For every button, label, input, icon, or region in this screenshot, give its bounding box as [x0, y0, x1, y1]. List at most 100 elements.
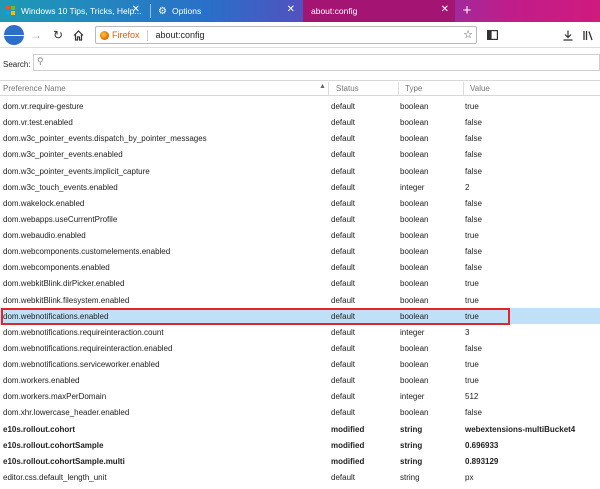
preference-type: boolean	[400, 214, 429, 224]
preference-value: true	[465, 279, 479, 289]
firefox-logo-icon	[100, 30, 109, 40]
preference-value: true	[465, 311, 479, 321]
back-arrow-icon[interactable]: 🡐	[0, 25, 29, 45]
plus-icon[interactable]: +	[456, 0, 478, 22]
tab-separator	[150, 4, 151, 18]
tab-title: Options	[171, 6, 202, 16]
preference-name: dom.vr.require-gesture	[3, 102, 84, 111]
preference-status: modified	[331, 456, 365, 466]
preference-type: string	[400, 456, 423, 466]
preference-value: 2	[465, 182, 470, 192]
table-row[interactable]: dom.w3c_pointer_events.dispatch_by_point…	[0, 130, 600, 146]
preference-value: false	[465, 134, 482, 144]
download-icon[interactable]	[560, 25, 576, 45]
identity-box[interactable]: Firefox	[100, 30, 140, 40]
table-row[interactable]: dom.webnotifications.enabled default boole…	[0, 307, 600, 324]
preference-name: e10s.rollout.cohortSample	[3, 440, 104, 450]
table-row[interactable]: e10s.rollout.cohortSample.multi modified s…	[0, 453, 600, 469]
preference-status: default	[331, 214, 356, 224]
tab-windows-10-tips[interactable]: Windows 10 Tips, Tricks, Help... ✕	[0, 0, 146, 22]
preference-status: default	[331, 150, 356, 160]
column-header-preference-name[interactable]: Preference Name	[3, 84, 66, 93]
sort-icon: ▲	[319, 83, 326, 90]
close-icon[interactable]: ✕	[132, 5, 140, 15]
table-row[interactable]: dom.vr.test.enabled default boolean false	[0, 114, 600, 130]
table-row[interactable]: dom.webnotifications.serviceworker.enabl…	[0, 356, 600, 372]
preference-name: dom.webnotifications.enabled	[3, 311, 109, 321]
preference-value: false	[465, 198, 482, 208]
preference-name: dom.workers.maxPerDomain	[3, 392, 107, 402]
table-row[interactable]: dom.webapps.useCurrentProfile default bool…	[0, 211, 600, 227]
tab-strip: Windows 10 Tips, Tricks, Help... ✕ ⚙ Opt…	[0, 0, 600, 22]
table-row[interactable]: dom.w3c_touch_events.enabled default integ…	[0, 179, 600, 195]
preference-status: default	[331, 295, 356, 305]
preference-name: dom.vr.test.enabled	[3, 118, 73, 128]
column-header-type[interactable]: Type	[405, 84, 422, 93]
preference-name: dom.webnotifications.serviceworker.enabl…	[3, 360, 160, 369]
table-row[interactable]: dom.workers.enabled default boolean true	[0, 372, 600, 388]
table-row[interactable]: dom.wakelock.enabled default boolean false	[0, 195, 600, 211]
windows-logo-icon	[6, 6, 16, 16]
column-divider	[328, 82, 329, 95]
table-row[interactable]: dom.w3c_pointer_events.implicit_capture d…	[0, 163, 600, 179]
preference-name: dom.webcomponents.customelements.enabled	[3, 247, 171, 257]
close-icon[interactable]: ✕	[441, 5, 449, 15]
preference-type: integer	[400, 392, 425, 402]
gear-icon: ⚙	[158, 5, 167, 17]
preference-status: modified	[331, 440, 365, 450]
reload-icon[interactable]: ↻	[50, 25, 66, 45]
url-bar[interactable]: Firefox about:config ☆	[95, 26, 477, 44]
preference-value: false	[465, 150, 482, 160]
table-row[interactable]: dom.webnotifications.requireinteraction.…	[0, 340, 600, 356]
preference-type: boolean	[400, 311, 429, 321]
search-input[interactable]: ⚲	[33, 54, 600, 71]
table-row[interactable]: dom.vr.require-gesture default boolean true	[0, 98, 600, 114]
preference-type: string	[400, 440, 423, 450]
preference-name: dom.webaudio.enabled	[3, 231, 86, 240]
table-row[interactable]: dom.webaudio.enabled default boolean true	[0, 227, 600, 243]
home-icon[interactable]	[70, 25, 86, 45]
brand-label: Firefox	[112, 30, 140, 40]
preference-value: 3	[465, 327, 470, 337]
navigation-bar: 🡐 → ↻ Firefox about:config ☆	[0, 22, 600, 48]
preference-value: 512	[465, 392, 479, 402]
preference-value: false	[465, 118, 482, 128]
preference-status: default	[331, 392, 356, 402]
preference-value: true	[465, 295, 479, 305]
table-row[interactable]: dom.webkitBlink.filesystem.enabled defaul…	[0, 292, 600, 308]
tab-title: Windows 10 Tips, Tricks, Help...	[21, 6, 142, 16]
close-icon[interactable]: ✕	[287, 5, 295, 15]
preference-name: dom.w3c_pointer_events.dispatch_by_point…	[3, 134, 207, 144]
sidebar-icon[interactable]	[484, 25, 500, 45]
table-row[interactable]: e10s.rollout.cohortSample modified string 0…	[0, 437, 600, 453]
table-row[interactable]: editor.css.default_length_unit default str…	[0, 469, 600, 485]
column-header-value[interactable]: Value	[470, 84, 490, 93]
preference-type: boolean	[400, 247, 429, 257]
preference-status: default	[331, 327, 356, 337]
preference-name: dom.w3c_pointer_events.implicit_capture	[3, 166, 150, 176]
table-row[interactable]: dom.webcomponents.customelements.enabled…	[0, 243, 600, 259]
forward-arrow-icon[interactable]: →	[28, 25, 44, 45]
star-icon[interactable]: ☆	[463, 28, 473, 41]
table-row[interactable]: dom.xhr.lowercase_header.enabled default b…	[0, 404, 600, 420]
preference-value: 0.893129	[465, 456, 499, 466]
table-row[interactable]: dom.webkitBlink.dirPicker.enabled default…	[0, 275, 600, 291]
preference-type: integer	[400, 182, 425, 192]
url-text[interactable]: about:config	[156, 30, 205, 40]
search-icon: ⚲	[37, 56, 44, 66]
library-icon[interactable]	[580, 25, 596, 45]
table-row[interactable]: dom.webcomponents.enabled default boolean f…	[0, 259, 600, 275]
table-row[interactable]: e10s.rollout.cohort modified string webexte…	[0, 421, 600, 437]
table-row[interactable]: dom.webnotifications.requireinteraction.…	[0, 324, 600, 340]
column-header-status[interactable]: Status	[336, 84, 359, 93]
preference-type: boolean	[400, 343, 429, 353]
preference-value: false	[465, 408, 482, 418]
preference-status: default	[331, 118, 356, 128]
preference-value: px	[465, 472, 474, 482]
preference-type: boolean	[400, 408, 429, 418]
preference-name: dom.w3c_pointer_events.enabled	[3, 150, 123, 160]
table-row[interactable]: dom.workers.maxPerDomain default integer 51…	[0, 388, 600, 404]
tab-about-config[interactable]: about:config ✕	[303, 0, 455, 22]
table-row[interactable]: dom.w3c_pointer_events.enabled default boo…	[0, 146, 600, 162]
tab-options[interactable]: ⚙ Options ✕	[153, 0, 301, 22]
